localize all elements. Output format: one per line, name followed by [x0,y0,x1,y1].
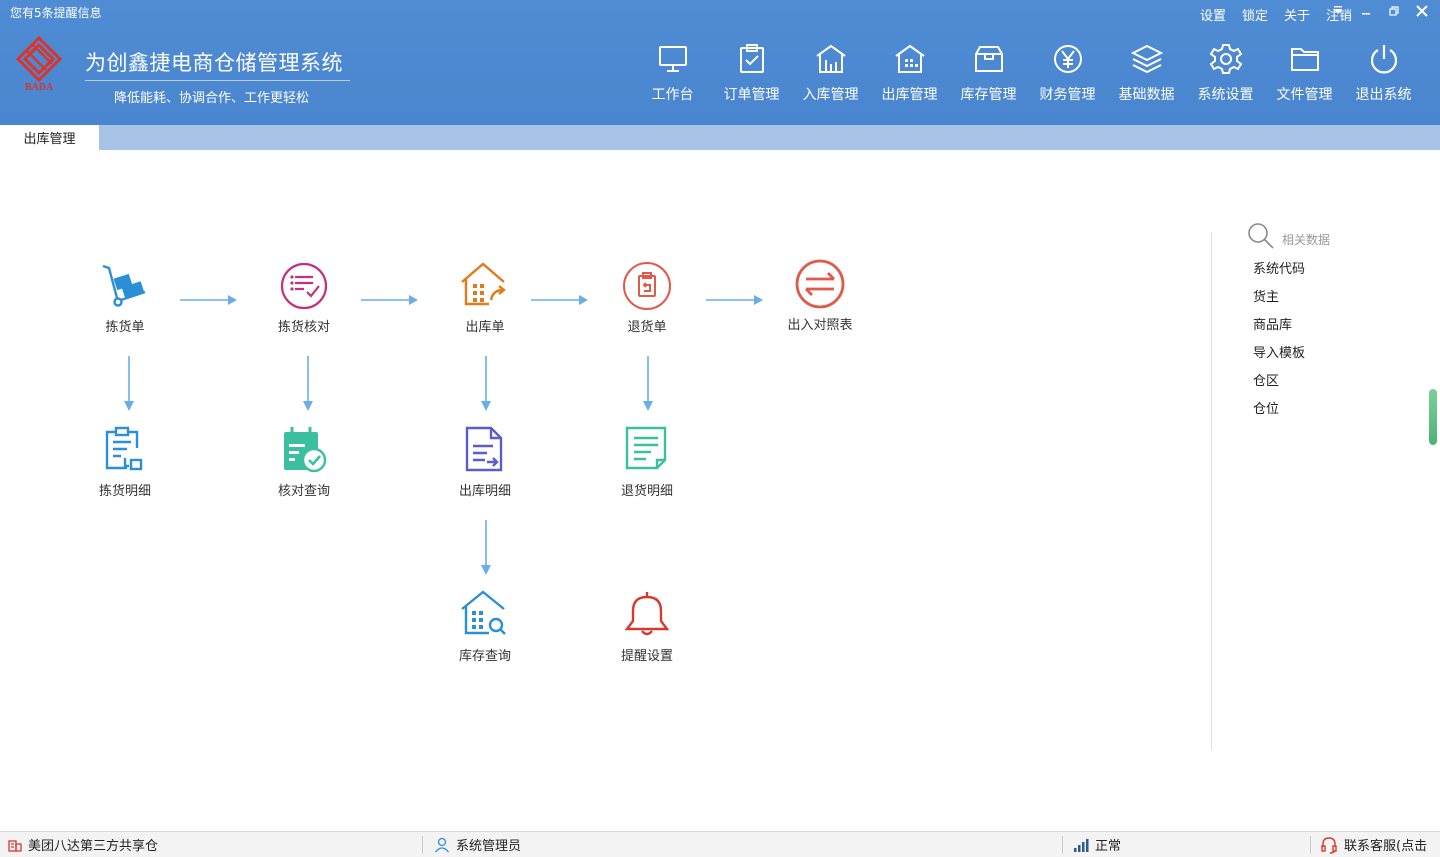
flow-arrow-down [124,356,134,411]
nav-files[interactable]: 文件管理 [1265,42,1344,104]
status-separator [1062,836,1063,853]
dropdown-icon[interactable] [1330,2,1346,20]
signal-icon [1074,838,1089,852]
status-user: 系统管理员 [434,832,521,857]
side-item-owner[interactable]: 货主 [1253,289,1305,317]
status-bar: 美团八达第三方共享仓 系统管理员 正常 联系客服(点击 [0,831,1440,857]
restore-icon[interactable] [1386,2,1402,20]
node-return-detail[interactable]: 退货明细 [587,424,707,499]
settings-link[interactable]: 设置 [1200,5,1226,24]
node-pick-check[interactable]: 拣货核对 [244,260,364,335]
flow-arrow-down [481,356,491,411]
nav-exit[interactable]: 退出系统 [1344,42,1423,104]
node-reminder[interactable]: 提醒设置 [587,589,707,664]
app-header: 您有5条提醒信息 设置 锁定 关于 注销 BADA 为创鑫捷电商仓储管理系统 降… [0,0,1440,125]
power-icon [1370,45,1397,74]
folder-icon [1290,48,1319,71]
about-link[interactable]: 关于 [1284,5,1310,24]
yen-icon [1053,45,1082,73]
flow-arrow-right [706,295,763,305]
company-logo: BADA [12,35,66,93]
calendar-check-icon [284,427,327,473]
list-check-icon [280,262,328,310]
side-item-product-library[interactable]: 商品库 [1253,317,1305,345]
warehouse-in-icon [815,44,846,73]
bell-icon [624,592,670,636]
related-data-list: 系统代码 货主 商品库 导入模板 仓区 仓位 [1253,261,1305,429]
side-item-location[interactable]: 仓位 [1253,401,1305,429]
swap-arrows-icon [795,259,845,309]
close-icon[interactable] [1414,2,1430,20]
side-item-import-template[interactable]: 导入模板 [1253,345,1305,373]
nav-finance[interactable]: 财务管理 [1028,42,1107,104]
search-icon [1248,223,1274,249]
node-io-compare[interactable]: 出入对照表 [760,258,880,333]
app-title: 为创鑫捷电商仓储管理系统 [85,51,343,75]
side-divider [1211,232,1212,750]
scrollbar-thumb[interactable] [1429,389,1437,445]
status-warehouse: 美团八达第三方共享仓 [8,832,158,857]
flow-arrow-down [303,356,313,411]
flow-arrow-right [531,295,588,305]
user-icon [434,837,450,852]
status-connection: 正常 [1073,832,1121,857]
logo-text: BADA [25,82,54,92]
warehouse-out-icon [894,44,925,73]
layers-icon [1130,44,1163,74]
side-item-system-code[interactable]: 系统代码 [1253,261,1305,289]
house-export-icon [461,262,506,306]
nav-system-settings[interactable]: 系统设置 [1186,42,1265,104]
lock-link[interactable]: 锁定 [1242,5,1268,24]
reminder-notice[interactable]: 您有5条提醒信息 [10,4,102,21]
clipboard-detail-icon [105,426,143,471]
building-icon [8,839,22,852]
hand-truck-icon [102,264,146,307]
app-slogan: 降低能耗、协调合作、工作更轻松 [114,91,310,106]
node-picking-detail[interactable]: 拣货明细 [65,424,185,499]
flow-arrow-down [481,520,491,575]
main-nav: 工作台 订单管理 入库管理 出库管理 库存管理 财务管理 基础数据 系统设置 文… [633,42,1423,104]
related-data-label: 相关数据 [1282,232,1331,247]
window-controls [1330,2,1430,20]
document-arrow-icon [465,426,503,472]
document-lines-icon [625,426,667,470]
title-underline [85,80,350,81]
status-separator [1310,836,1311,853]
nav-outbound[interactable]: 出库管理 [870,42,949,104]
nav-inbound[interactable]: 入库管理 [791,42,870,104]
tab-bar: 出库管理 [0,125,1440,150]
flow-arrow-right [180,295,237,305]
nav-inventory[interactable]: 库存管理 [949,42,1028,104]
minimize-icon[interactable] [1358,2,1374,20]
status-separator [422,836,423,853]
nav-orders[interactable]: 订单管理 [712,42,791,104]
side-item-warehouse-area[interactable]: 仓区 [1253,373,1305,401]
nav-workbench[interactable]: 工作台 [633,42,712,104]
monitor-icon [658,46,687,72]
clipboard-check-icon [739,44,764,73]
gear-icon [1209,44,1242,74]
node-outbound[interactable]: 出库单 [425,260,545,335]
return-clipboard-icon [623,262,671,310]
tab-outbound-management[interactable]: 出库管理 [0,125,99,150]
headset-icon [1321,836,1337,854]
house-search-icon [461,590,506,635]
node-stock-query[interactable]: 库存查询 [425,589,545,664]
node-return[interactable]: 退货单 [587,260,707,335]
related-data-search[interactable]: 相关数据 [1246,221,1330,251]
node-check-query[interactable]: 核对查询 [244,424,364,499]
status-support[interactable]: 联系客服(点击 [1320,832,1427,857]
flow-arrow-down [643,356,653,411]
node-picking[interactable]: 拣货单 [65,260,185,335]
flow-arrow-right [361,295,418,305]
nav-basic-data[interactable]: 基础数据 [1107,42,1186,104]
node-outbound-detail[interactable]: 出库明细 [425,424,545,499]
box-icon [974,46,1003,72]
